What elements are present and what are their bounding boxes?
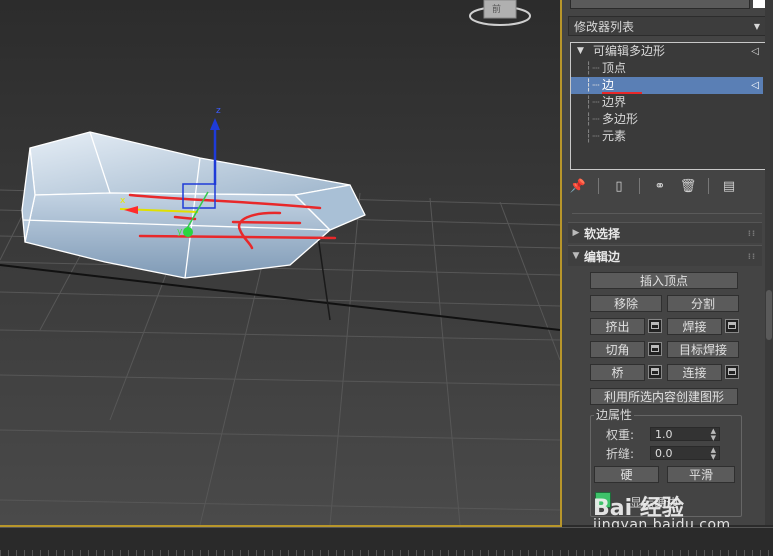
stack-root-label: 可编辑多边形 [593,44,666,58]
smooth-button[interactable]: 平滑 [667,466,735,483]
stack-toolbar: 📌 ▯ ⚭ 🗑 ▤ [570,176,737,196]
panel-divider [572,213,762,214]
remove-button[interactable]: 移除 [590,295,662,312]
crease-label: 折缝: [606,447,635,461]
crease-spinner[interactable]: 0.0 ▲ ▼ [650,446,720,461]
rollout-edit-edges[interactable]: ▼ 编辑边 ⁝⁝ [568,245,762,266]
modifier-stack[interactable]: ▼ 可编辑多边形 ◁ ┆┈ 顶点 ┆┈ 边 ◁ ┆┈ 边界 ┆┈ 多边形 ┆┈ … [570,42,766,170]
make-unique-icon[interactable]: ⚭ [652,178,668,194]
pin-stack-icon[interactable]: 📌 [570,178,586,194]
stack-item-label: 边界 [602,95,627,109]
stack-item-label: 元素 [602,129,627,143]
chamfer-settings-icon[interactable] [648,342,662,356]
separator [708,178,709,194]
grip-icon: ⁝⁝ [747,251,756,261]
extrude-button[interactable]: 挤出 [590,318,645,335]
hard-button[interactable]: 硬 [594,466,659,483]
baidu-watermark: Bai 经验 jingyan.baidu.com [593,490,730,533]
connect-button[interactable]: 连接 [667,364,722,381]
eye-toggle-icon[interactable]: ◁ [751,77,759,94]
stack-item-element[interactable]: ┆┈ 元素 [571,128,763,145]
gizmo-z-label: z [216,106,221,116]
stack-item-polygon[interactable]: ┆┈ 多边形 [571,111,763,128]
modifier-list-label: 修改器列表 [574,19,635,34]
collapse-arrow-icon: ▼ [572,251,580,261]
light-bulb-icon[interactable]: ◁ [751,43,759,60]
stack-item-border[interactable]: ┆┈ 边界 [571,94,763,111]
object-name-field[interactable] [570,0,750,9]
show-end-result-icon[interactable]: ▯ [611,178,627,194]
grip-icon: ⁝⁝ [747,228,756,238]
chamfer-button[interactable]: 切角 [590,341,645,358]
viewcube-label: 前 [492,3,501,15]
extrude-settings-icon[interactable] [648,319,662,333]
weld-settings-icon[interactable] [725,319,739,333]
spinner-arrows-icon[interactable]: ▲ ▼ [711,447,716,461]
expand-arrow-icon: ▶ [572,228,580,238]
panel-scrollbar[interactable] [765,0,773,525]
weight-value: 1.0 [655,428,673,441]
remove-modifier-icon[interactable]: 🗑 [680,178,697,194]
configure-sets-icon[interactable]: ▤ [721,178,737,194]
create-shape-button[interactable]: 利用所选内容创建图形 [590,388,738,405]
rollout-title: 软选择 [584,226,621,241]
connect-settings-icon[interactable] [725,365,739,379]
weight-spinner[interactable]: 1.0 ▲ ▼ [650,427,720,442]
rollout-soft-selection[interactable]: ▶ 软选择 ⁝⁝ [568,222,762,243]
chevron-down-icon: ▼ [753,21,760,31]
stack-item-vertex[interactable]: ┆┈ 顶点 [571,60,763,77]
collapse-arrow-icon: ▼ [577,46,584,56]
time-slider-bar[interactable] [0,527,773,556]
stack-item-label: 顶点 [602,61,627,75]
weld-button[interactable]: 焊接 [667,318,722,335]
stack-item-label: 多边形 [602,112,639,126]
split-button[interactable]: 分割 [667,295,739,312]
timeline-ticks [0,550,773,556]
gizmo-x-label: x [120,196,126,206]
scene-canvas: x y z 前 [0,0,560,525]
bridge-settings-icon[interactable] [648,365,662,379]
crease-value: 0.0 [655,447,673,460]
stack-item-edge[interactable]: ┆┈ 边 ◁ [571,77,763,94]
rollout-title: 编辑边 [584,249,621,264]
viewport-perspective[interactable]: x y z 前 [0,0,562,527]
stack-item-root[interactable]: ▼ 可编辑多边形 ◁ [571,43,763,60]
modifier-list-dropdown[interactable]: 修改器列表 ▼ [568,16,766,36]
gizmo-y-label: y [177,227,183,237]
scrollbar-thumb[interactable] [766,290,772,340]
edge-properties-title: 边属性 [594,406,635,423]
separator [639,178,640,194]
command-panel: 修改器列表 ▼ ▼ 可编辑多边形 ◁ ┆┈ 顶点 ┆┈ 边 ◁ ┆┈ 边界 ┆┈… [562,0,773,525]
insert-vertex-button[interactable]: 插入顶点 [590,272,738,289]
target-weld-button[interactable]: 目标焊接 [667,341,739,358]
weight-label: 权重: [606,428,635,442]
spinner-arrows-icon[interactable]: ▲ ▼ [711,428,716,442]
separator [598,178,599,194]
bridge-button[interactable]: 桥 [590,364,645,381]
